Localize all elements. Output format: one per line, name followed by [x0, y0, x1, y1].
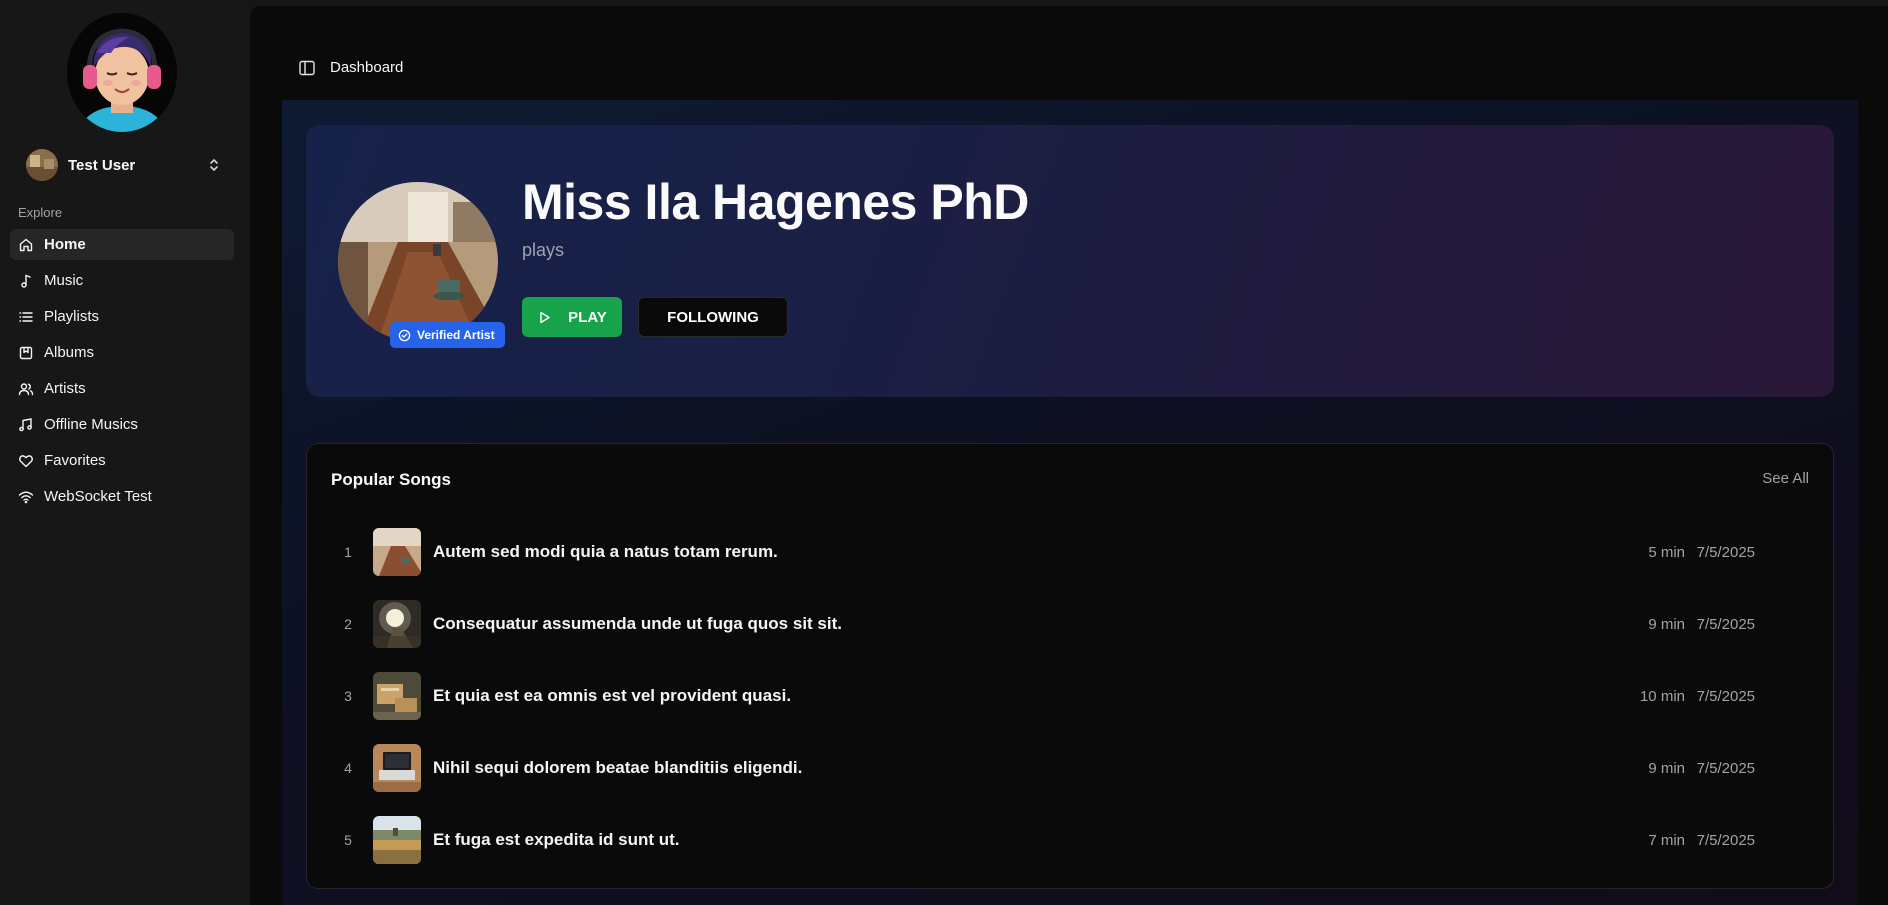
song-index: 2 — [344, 616, 352, 632]
following-button[interactable]: FOLLOWING — [638, 297, 788, 337]
main-panel: Dashboard Verified Artist Miss Ila Hagen… — [250, 6, 1888, 905]
artist-hero: Verified Artist Miss Ila Hagenes PhD pla… — [306, 125, 1834, 397]
sidebar-item-label: Albums — [44, 344, 95, 361]
song-title: Consequatur assumenda unde ut fuga quos … — [433, 614, 842, 633]
list-icon — [19, 311, 33, 322]
heart-icon — [19, 454, 33, 467]
sidebar-nav: Home Music Playlists Albums Artists Offl… — [10, 229, 234, 517]
breadcrumb[interactable]: Dashboard — [330, 59, 403, 76]
sidebar-item-playlists[interactable]: Playlists — [10, 301, 234, 332]
wifi-icon — [18, 491, 34, 503]
app-logo[interactable] — [67, 13, 177, 132]
sidebar-item-offline-musics[interactable]: Offline Musics — [10, 409, 234, 440]
top-bar: Dashboard — [250, 6, 1888, 100]
sidebar-item-label: WebSocket Test — [44, 488, 152, 505]
sidebar-section-label: Explore — [18, 205, 63, 220]
song-row[interactable]: 1 Autem sed modi quia a natus totam reru… — [331, 516, 1811, 588]
user-switcher[interactable]: Test User — [26, 148, 222, 182]
sidebar: Test User Explore Home Music Playlists A… — [0, 0, 248, 905]
music-notes-icon — [19, 417, 32, 431]
song-row[interactable]: 2 Consequatur assumenda unde ut fuga quo… — [331, 588, 1811, 660]
home-icon — [19, 238, 33, 251]
sidebar-item-label: Playlists — [44, 308, 100, 325]
sidebar-item-music[interactable]: Music — [10, 265, 234, 296]
song-thumbnail — [373, 600, 421, 648]
verified-badge-label: Verified Artist — [417, 328, 495, 342]
song-thumbnail — [373, 672, 421, 720]
artist-page-content: Verified Artist Miss Ila Hagenes PhD pla… — [282, 100, 1858, 905]
popular-songs-title: Popular Songs — [331, 470, 451, 489]
song-date: 7/5/2025 — [1696, 543, 1755, 561]
song-index: 1 — [344, 544, 352, 560]
sidebar-item-albums[interactable]: Albums — [10, 337, 234, 368]
song-title: Nihil sequi dolorem beatae blanditiis el… — [433, 758, 803, 777]
sidebar-item-artists[interactable]: Artists — [10, 373, 234, 404]
song-date: 7/5/2025 — [1696, 759, 1755, 777]
sidebar-item-favorites[interactable]: Favorites — [10, 445, 234, 476]
song-row[interactable]: 4 Nihil sequi dolorem beatae blanditiis … — [331, 732, 1811, 804]
check-circle-icon — [398, 329, 411, 341]
users-icon — [18, 382, 34, 395]
sidebar-item-home[interactable]: Home — [10, 229, 234, 260]
verified-artist-badge: Verified Artist — [390, 322, 505, 348]
user-avatar — [26, 149, 58, 181]
sidebar-item-label: Artists — [44, 380, 86, 397]
sidebar-item-label: Offline Musics — [44, 416, 138, 433]
song-title: Autem sed modi quia a natus totam rerum. — [433, 542, 778, 561]
song-index: 4 — [344, 760, 352, 776]
song-row[interactable]: 3 Et quia est ea omnis est vel provident… — [331, 660, 1811, 732]
headphones-avatar-logo — [67, 13, 177, 132]
song-title: Et fuga est expedita id sunt ut. — [433, 830, 680, 849]
artist-name: Miss Ila Hagenes PhD — [522, 174, 1029, 230]
song-date: 7/5/2025 — [1696, 831, 1755, 849]
song-thumbnail — [373, 744, 421, 792]
song-index: 5 — [344, 832, 352, 848]
chevron-up-down-icon — [210, 159, 218, 171]
album-book-icon — [19, 346, 33, 359]
play-icon — [540, 311, 550, 323]
song-duration: 10 min — [1639, 687, 1685, 705]
sidebar-item-label: Music — [44, 272, 84, 289]
artist-photo — [338, 182, 498, 342]
music-note-icon — [21, 273, 31, 288]
sidebar-toggle-icon[interactable] — [298, 59, 316, 77]
sidebar-item-websocket-test[interactable]: WebSocket Test — [10, 481, 234, 512]
song-title: Et quia est ea omnis est vel provident q… — [433, 686, 792, 705]
user-name: Test User — [68, 156, 136, 174]
following-button-label: FOLLOWING — [667, 308, 759, 326]
song-thumbnail — [373, 816, 421, 864]
song-list: 1 Autem sed modi quia a natus totam reru… — [331, 516, 1811, 876]
song-index: 3 — [344, 688, 352, 704]
song-row[interactable]: 5 Et fuga est expedita id sunt ut. 7 min… — [331, 804, 1811, 876]
song-date: 7/5/2025 — [1696, 687, 1755, 705]
play-button[interactable]: PLAY — [522, 297, 622, 337]
artist-subtitle: plays — [522, 240, 565, 260]
see-all-link[interactable]: See All — [1762, 470, 1809, 487]
song-duration: 5 min — [1648, 543, 1685, 561]
play-button-label: PLAY — [568, 308, 607, 326]
song-duration: 9 min — [1648, 759, 1685, 777]
song-date: 7/5/2025 — [1696, 615, 1755, 633]
popular-songs-card: Popular Songs See All 1 Autem sed modi q… — [306, 443, 1834, 889]
song-duration: 7 min — [1648, 831, 1685, 849]
song-thumbnail — [373, 528, 421, 576]
sidebar-item-label: Favorites — [44, 452, 106, 469]
sidebar-item-label: Home — [44, 236, 86, 253]
song-duration: 9 min — [1648, 615, 1685, 633]
